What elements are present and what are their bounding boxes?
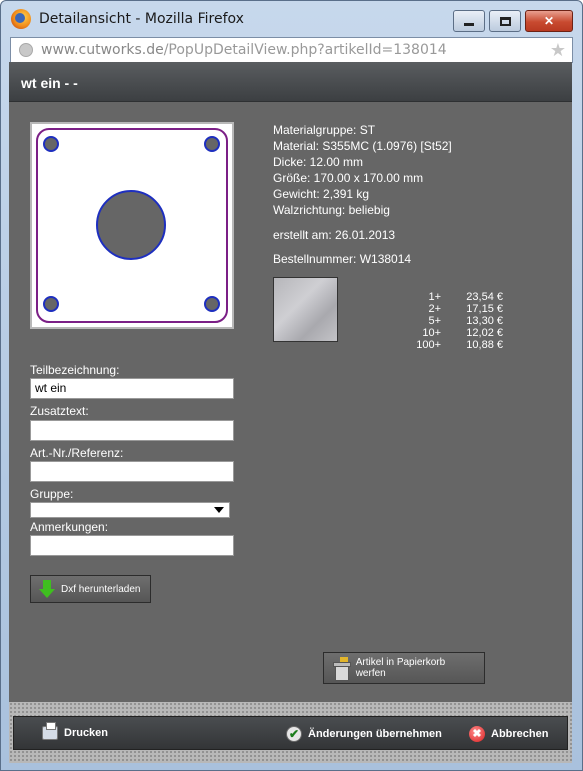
hole-top-right: [204, 136, 220, 152]
cancel-icon: ✖: [469, 726, 485, 742]
dxf-download-button[interactable]: Dxf herunterladen: [30, 575, 151, 603]
price-amount: 23,54 €: [466, 291, 503, 303]
print-button[interactable]: Drucken: [42, 722, 109, 740]
price-row: 2+ 17,15 €: [405, 303, 503, 315]
part-preview: [30, 122, 234, 329]
price-qty: 1+: [428, 291, 441, 303]
cancel-button[interactable]: ✖ Abbrechen: [469, 726, 548, 742]
gruppe-select[interactable]: [30, 502, 230, 518]
minimize-button[interactable]: [453, 10, 485, 32]
window-title: Detailansicht - Mozilla Firefox: [39, 11, 244, 27]
maximize-icon: [499, 16, 511, 26]
hole-top-left: [43, 136, 59, 152]
page-header: wt ein - -: [9, 62, 572, 102]
checkmark-icon: ✔: [286, 726, 302, 742]
dxf-download-label: Dxf herunterladen: [61, 583, 141, 595]
hole-center: [96, 190, 166, 260]
price-row: 10+ 12,02 €: [405, 327, 503, 339]
gewicht-text: Gewicht: 2,391 kg: [273, 187, 370, 201]
price-amount: 17,15 €: [466, 303, 503, 315]
artnr-input[interactable]: [30, 461, 234, 482]
zusatztext-input[interactable]: [30, 420, 234, 441]
footer-toolbar: Drucken ✔ Änderungen übernehmen ✖ Abbrec…: [13, 716, 568, 750]
maximize-button[interactable]: [489, 10, 521, 32]
close-button[interactable]: ✕: [525, 10, 573, 32]
zusatztext-label: Zusatztext:: [30, 404, 89, 418]
gruppe-label: Gruppe:: [30, 487, 74, 501]
chevron-down-icon: [214, 507, 224, 513]
page-title: wt ein - -: [21, 75, 78, 91]
material-details: Materialgruppe: ST Material: S355MC (1.0…: [273, 122, 452, 218]
price-row: 1+ 23,54 €: [405, 291, 503, 303]
url-bar[interactable]: www.cutworks.de/PopUpDetailView.php?arti…: [10, 37, 573, 63]
trash-badge-icon: [340, 657, 348, 664]
cancel-label: Abbrechen: [491, 728, 549, 740]
minimize-icon: [464, 22, 474, 26]
print-label: Drucken: [64, 727, 109, 739]
price-qty: 100+: [416, 339, 441, 351]
material-swatch: [273, 277, 338, 342]
site-identity-icon[interactable]: [19, 43, 33, 57]
material-text: Material: S355MC (1.0976) [St52]: [273, 139, 452, 153]
url-domain: www.cutworks.de: [41, 42, 164, 58]
url-path: /PopUpDetailView.php?artikelId=138014: [163, 42, 447, 58]
printer-icon: [42, 722, 58, 740]
trash-article-button[interactable]: Artikel in Papierkorb werfen: [323, 652, 485, 684]
price-row: 5+ 13,30 €: [405, 315, 503, 327]
price-amount: 10,88 €: [466, 339, 503, 351]
window-bottom-border: [9, 763, 572, 769]
bookmark-star-icon[interactable]: ★: [550, 40, 566, 61]
teilbezeichnung-label: Teilbezeichnung:: [30, 363, 120, 377]
hole-bottom-right: [204, 296, 220, 312]
price-qty: 10+: [422, 327, 441, 339]
price-qty: 2+: [428, 303, 441, 315]
groesse-text: Größe: 170.00 x 170.00 mm: [273, 171, 424, 185]
teilbezeichnung-input[interactable]: wt ein: [30, 378, 234, 399]
erstellt-text: erstellt am: 26.01.2013: [273, 228, 396, 242]
price-table: 1+ 23,54 € 2+ 17,15 € 5+ 13,30 € 10+ 12,02 €…: [405, 291, 503, 351]
anmerkungen-input[interactable]: [30, 535, 234, 556]
page-content: wt ein - - Teilbezeichnung: wt ein Zusat…: [9, 62, 572, 763]
title-bar[interactable]: Detailansicht - Mozilla Firefox ✕: [1, 1, 582, 37]
trash-article-label: Artikel in Papierkorb werfen: [355, 657, 446, 679]
close-icon: ✕: [543, 14, 555, 28]
hole-bottom-left: [43, 296, 59, 312]
walzrichtung-text: Walzrichtung: beliebig: [273, 203, 390, 217]
apply-changes-button[interactable]: ✔ Änderungen übernehmen: [286, 726, 442, 742]
firefox-icon: [11, 9, 31, 29]
bestellnummer-text: Bestellnummer: W138014: [273, 252, 412, 266]
part-drawing: [36, 128, 228, 323]
price-amount: 13,30 €: [466, 315, 503, 327]
trash-icon: [332, 657, 351, 681]
materialgruppe-text: Materialgruppe: ST: [273, 123, 376, 137]
apply-changes-label: Änderungen übernehmen: [308, 728, 442, 740]
download-arrow-icon: [39, 580, 55, 598]
price-amount: 12,02 €: [466, 327, 503, 339]
dicke-text: Dicke: 12.00 mm: [273, 155, 364, 169]
anmerkungen-label: Anmerkungen:: [30, 520, 109, 534]
artnr-label: Art.-Nr./Referenz:: [30, 446, 124, 460]
price-row: 100+ 10,88 €: [405, 339, 503, 351]
price-qty: 5+: [428, 315, 441, 327]
